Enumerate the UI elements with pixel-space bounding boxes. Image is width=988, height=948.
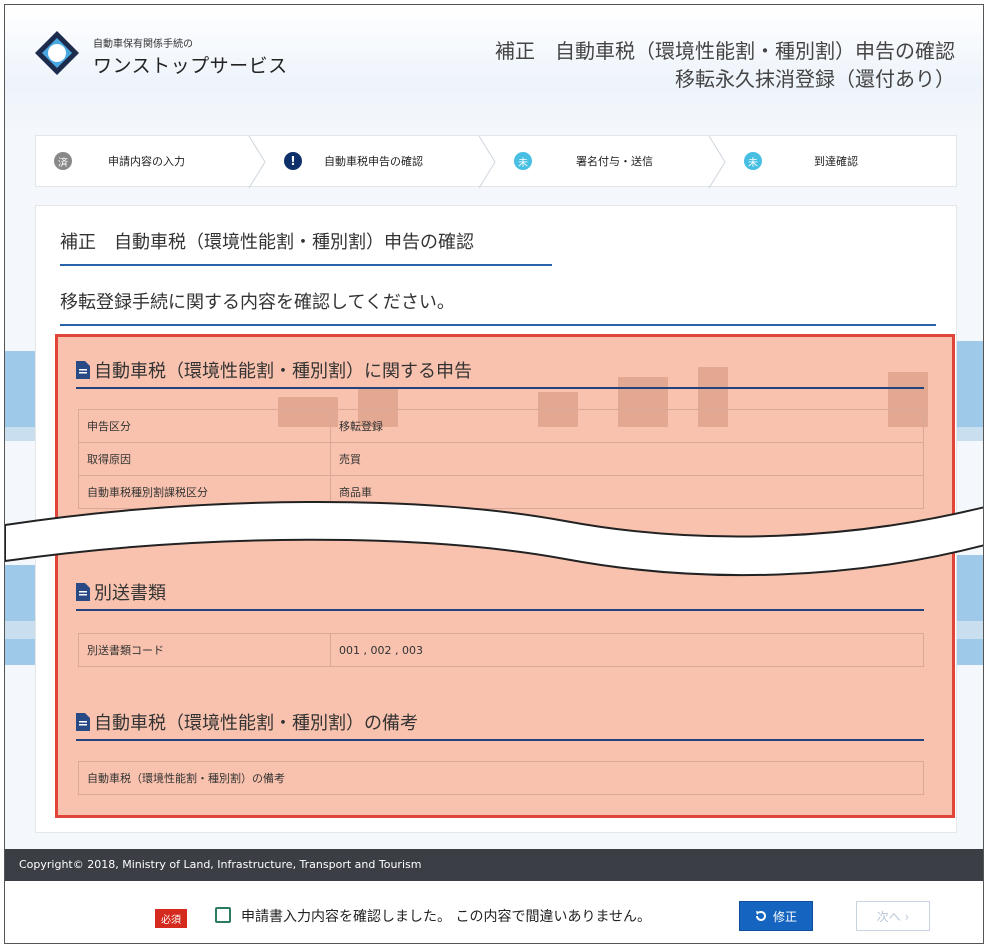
step-current-badge: !: [284, 152, 302, 170]
fix-button[interactable]: 修正: [739, 901, 813, 931]
table-row: 取得原因 売買: [78, 442, 924, 476]
table-row: 申告区分 移転登録: [78, 409, 924, 443]
separate-docs-table: 別送書類コード 001 , 002 , 003: [78, 633, 924, 667]
section-title: 自動車税（環境性能割・種別割）に関する申告: [94, 361, 472, 382]
step-sign-send: 未 署名付与・送信: [496, 136, 726, 188]
confirm-checkbox[interactable]: [215, 907, 231, 923]
table-row: 自動車税（環境性能割・種別割）の備考: [78, 761, 924, 795]
section-underline: [76, 387, 924, 389]
step-todo-badge: 未: [514, 152, 532, 170]
progress-steps: 済 申請内容の入力 ! 自動車税申告の確認 未 署名付与・送信 未 到達確認: [35, 135, 957, 188]
page-break-wave: [5, 501, 983, 577]
section-heading-separate-docs: 別送書類: [76, 579, 166, 605]
page-title: 補正 自動車税（環境性能割・種別割）申告の確認: [495, 39, 955, 63]
step-label: 自動車税申告の確認: [324, 155, 423, 168]
chevron-right-icon: [708, 136, 726, 188]
step-label: 到達確認: [814, 155, 858, 168]
section-heading-declaration: 自動車税（環境性能割・種別割）に関する申告: [76, 357, 472, 383]
step-tax-confirm: ! 自動車税申告の確認: [266, 136, 496, 188]
row-value: 移転登録: [330, 409, 924, 443]
step-todo-badge: 未: [744, 152, 762, 170]
undo-icon: [755, 910, 766, 921]
remarks-table: 自動車税（環境性能割・種別割）の備考: [78, 761, 924, 795]
document-icon: [76, 583, 90, 601]
chevron-right-icon: [248, 136, 266, 188]
chevron-right-icon: [478, 136, 496, 188]
step-label: 署名付与・送信: [576, 155, 653, 168]
table-row: 別送書類コード 001 , 002 , 003: [78, 633, 924, 667]
confirm-checkbox-label[interactable]: 申請書入力内容を確認しました。 この内容で間違いありません。: [241, 906, 651, 926]
section-title: 自動車税（環境性能割・種別割）の備考: [94, 713, 418, 734]
logo-subtitle: 自動車保有関係手続の: [93, 39, 193, 50]
section-heading-remarks: 自動車税（環境性能割・種別割）の備考: [76, 709, 418, 735]
logo-icon: [35, 31, 79, 75]
next-button-label: 次へ ›: [876, 909, 910, 924]
row-value: 001 , 002 , 003: [330, 633, 924, 667]
section-title: 別送書類: [94, 583, 166, 604]
document-icon: [76, 713, 90, 731]
logo-title: ワンストップサービス: [93, 55, 288, 77]
row-key: 別送書類コード: [78, 633, 331, 667]
document-icon: [76, 361, 90, 379]
copyright-footer: Copyright© 2018, Ministry of Land, Infra…: [5, 849, 983, 881]
step-arrival: 未 到達確認: [726, 136, 956, 186]
action-bar: 必須 申請書入力内容を確認しました。 この内容で間違いありません。 修正 次へ …: [5, 881, 983, 943]
row-key: 取得原因: [78, 442, 331, 476]
step-label: 申請内容の入力: [108, 155, 185, 168]
declaration-table: 申告区分 移転登録 取得原因 売買 自動車税種別割課税区分 商品車: [78, 409, 924, 509]
step-done-badge: 済: [54, 152, 72, 170]
row-value: 売買: [330, 442, 924, 476]
app-window: 自動車保有関係手続の ワンストップサービス 補正 自動車税（環境性能割・種別割）…: [4, 4, 984, 944]
row-key: 自動車税（環境性能割・種別割）の備考: [78, 761, 924, 795]
page-subtitle: 移転永久抹消登録（還付あり）: [675, 67, 955, 91]
fix-button-label: 修正: [772, 909, 797, 924]
next-button[interactable]: 次へ ›: [856, 901, 930, 931]
required-badge: 必須: [155, 909, 187, 928]
section-underline: [76, 739, 924, 741]
card-title: 補正 自動車税（環境性能割・種別割）申告の確認: [60, 228, 552, 266]
section-underline: [76, 609, 924, 611]
header: 自動車保有関係手続の ワンストップサービス 補正 自動車税（環境性能割・種別割）…: [5, 5, 983, 133]
row-key: 申告区分: [78, 409, 331, 443]
step-input: 済 申請内容の入力: [36, 136, 266, 188]
card-subtitle: 移転登録手続に関する内容を確認してください。: [60, 288, 936, 326]
